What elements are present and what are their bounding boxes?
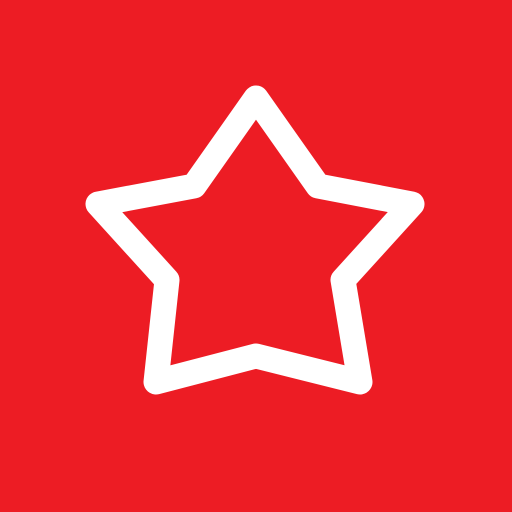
- star-outline-icon: [85, 85, 425, 395]
- app-icon-tile: [0, 0, 512, 512]
- star-outline-shape: [85, 85, 425, 395]
